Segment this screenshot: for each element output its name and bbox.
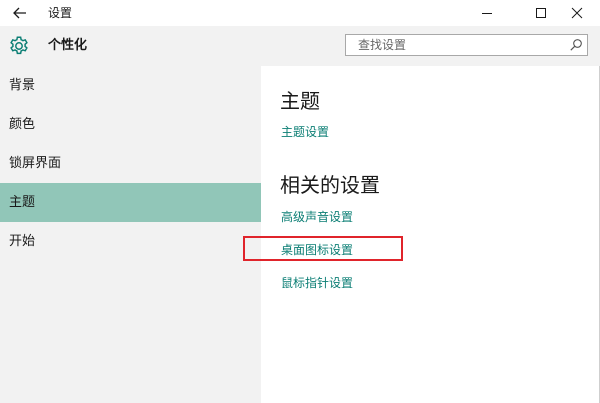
sidebar-item-themes[interactable]: 主题 — [0, 183, 261, 222]
minimize-button[interactable] — [464, 0, 510, 26]
sidebar-item-lock-screen[interactable]: 锁屏界面 — [0, 144, 261, 183]
annotation-highlight-box — [243, 236, 403, 261]
close-icon — [571, 7, 583, 19]
sidebar-item-label: 颜色 — [9, 117, 36, 132]
sidebar-item-label: 锁屏界面 — [9, 156, 62, 171]
theme-settings-link[interactable]: 主题设置 — [281, 123, 329, 140]
sidebar-item-start[interactable]: 开始 — [0, 222, 261, 261]
maximize-icon — [536, 8, 546, 18]
sidebar-item-label: 主题 — [9, 195, 36, 210]
advanced-sound-settings-link[interactable]: 高级声音设置 — [281, 208, 353, 225]
window-title: 设置 — [48, 6, 73, 20]
gear-icon — [10, 36, 28, 55]
search-input[interactable] — [346, 35, 560, 55]
sidebar-item-colors[interactable]: 颜色 — [0, 105, 261, 144]
minimize-icon — [482, 13, 492, 14]
section-heading-themes: 主题 — [280, 89, 320, 113]
mouse-pointer-settings-link[interactable]: 鼠标指针设置 — [281, 274, 353, 291]
page-title: 个性化 — [48, 38, 88, 53]
title-bar: 设置 — [0, 0, 600, 26]
settings-window: 设置 个性化 查找设置 背景 颜色 锁屏界面 主题 开始 主题 主题设置 相关的… — [0, 0, 600, 403]
back-button[interactable] — [0, 0, 40, 26]
search-box[interactable] — [345, 34, 588, 56]
search-icon[interactable] — [569, 38, 583, 52]
section-heading-related-settings: 相关的设置 — [280, 173, 380, 197]
page-header: 个性化 — [0, 26, 600, 66]
back-arrow-icon — [13, 7, 26, 19]
close-button[interactable] — [554, 0, 600, 26]
sidebar-item-label: 背景 — [9, 78, 36, 93]
main-content: 主题 主题设置 相关的设置 高级声音设置 桌面图标设置 鼠标指针设置 — [243, 66, 599, 403]
sidebar-item-background[interactable]: 背景 — [0, 66, 261, 105]
sidebar-item-label: 开始 — [9, 234, 36, 249]
sidebar: 背景 颜色 锁屏界面 主题 开始 — [0, 66, 261, 403]
